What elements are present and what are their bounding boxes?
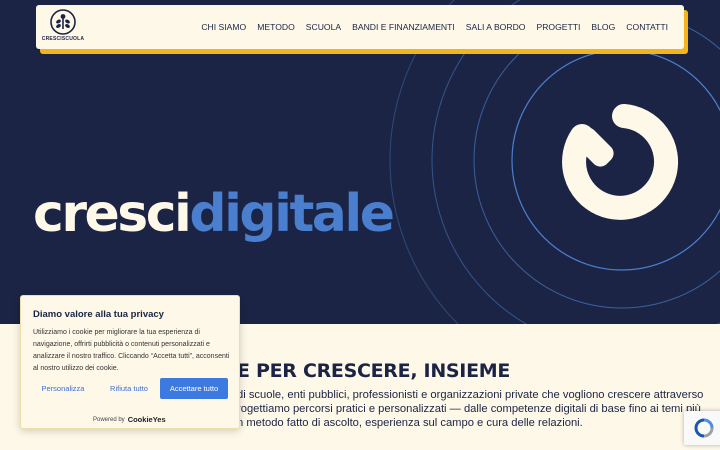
powered-by-label: Powered by [93,416,125,423]
reject-all-button[interactable]: Rifiuta tutto [99,378,159,399]
brand-wordmark-part2: digitale [189,184,395,244]
section-headline: E PER CRESCERE, INSIEME [237,360,511,382]
body-text-line: n metodo fatto di ascolto, esperienza su… [237,417,583,429]
menu-item-contatti[interactable]: CONTATTI [626,22,668,32]
cookie-banner-text: Utilizziamo i cookie per migliorare la t… [33,329,230,372]
menu-item-bandi-finanziamenti[interactable]: BANDI E FINANZIAMENTI [352,22,455,32]
cookieyes-logo-icon[interactable]: CookieYes [128,415,166,424]
powered-by: Powered by CookieYes [93,415,166,424]
menu-item-progetti[interactable]: PROGETTI [536,22,580,32]
menu-item-blog[interactable]: BLOG [591,22,615,32]
menu-item-chi-siamo[interactable]: CHI SIAMO [201,22,246,32]
menu-item-metodo[interactable]: METODO [257,22,295,32]
menu-item-sali-a-bordo[interactable]: SALI A BORDO [466,22,526,32]
body-text-line: di scuole, enti pubblici, professionisti… [237,389,704,401]
navbar: CRESCISCUOLA CHI SIAMO METODO SCUOLA BAN… [36,5,684,49]
customize-button[interactable]: Personalizza [33,378,93,399]
cookie-banner: Diamo valore alla tua privacy Utilizziam… [20,295,240,429]
body-text-line: rogettiamo percorsi pratici e personaliz… [237,403,701,415]
site-logo[interactable]: CRESCISCUOLA [41,9,85,49]
menu-item-scuola[interactable]: SCUOLA [306,22,341,32]
cookie-banner-title: Diamo valore alla tua privacy [33,309,164,320]
recaptcha-badge[interactable] [684,411,720,445]
power-icon [562,104,679,220]
recaptcha-icon [694,418,714,438]
accept-all-button[interactable]: Accettare tutto [160,378,228,399]
logo-plant-icon [50,9,76,35]
brand-wordmark-part1: cresci [33,184,192,244]
brand-wordmark: crescidigitale [33,188,395,240]
main-menu: CHI SIAMO METODO SCUOLA BANDI E FINANZIA… [201,5,668,49]
logo-text: CRESCISCUOLA [41,36,85,42]
